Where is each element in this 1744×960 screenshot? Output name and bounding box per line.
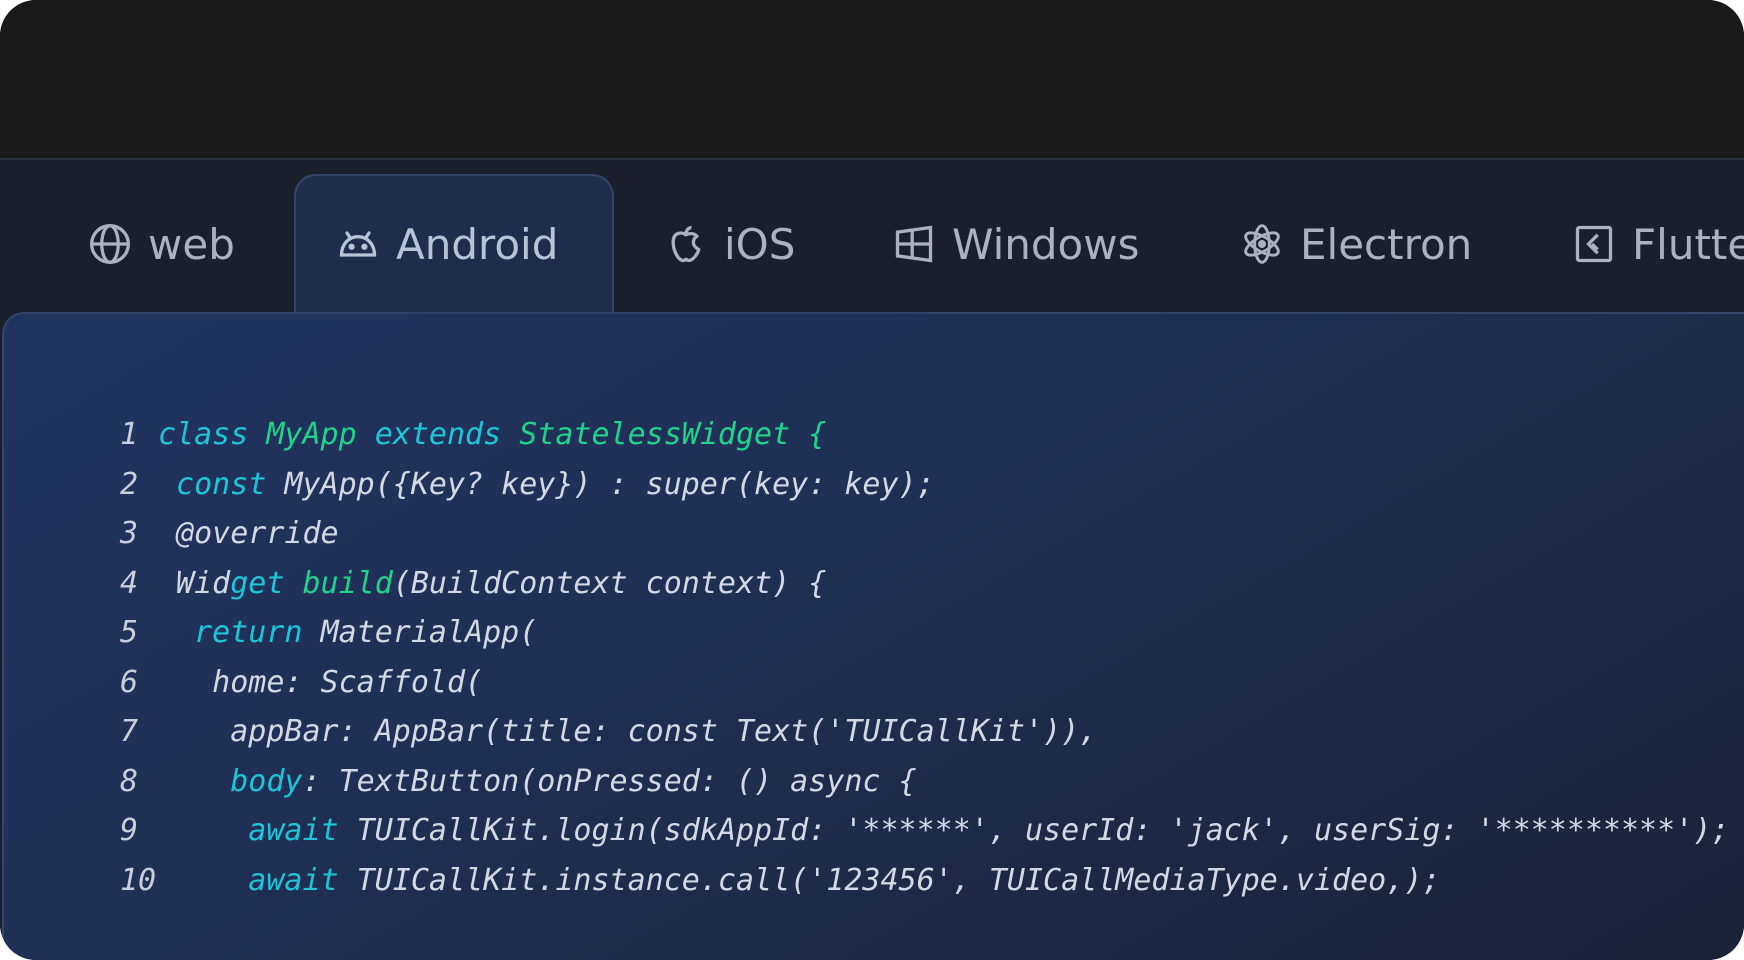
- line-number: 1: [120, 417, 139, 453]
- code-token: home: Scaffold(: [158, 664, 484, 700]
- code-token: extends: [374, 417, 520, 453]
- code-token: MyApp({Key? key}) : super(key: key);: [284, 466, 935, 502]
- code-token: await: [158, 862, 357, 898]
- code-line: 4 Wid get build (BuildContext context) {: [4, 559, 1729, 609]
- tab-android-label: Android: [396, 219, 559, 269]
- tab-windows[interactable]: Windows: [892, 174, 1139, 314]
- code-token: TUICallKit.login(sdkAppId: '******', use…: [356, 813, 1730, 849]
- tab-ios-label: iOS: [724, 219, 796, 269]
- tab-flutter-label: Flutte: [1632, 219, 1744, 269]
- code-token: @override: [158, 516, 339, 552]
- code-line: 8 body: TextButton(onPressed: () async {: [4, 757, 1729, 807]
- line-number: 7: [120, 714, 139, 750]
- globe-icon: [88, 222, 132, 266]
- electron-icon: [1240, 222, 1284, 266]
- code-line: 5 return MaterialApp(: [4, 608, 1729, 658]
- code-line: 10 await TUICallKit.instance.call('12345…: [4, 856, 1729, 906]
- code-token: Wid: [158, 565, 231, 601]
- code-token: build: [302, 565, 393, 601]
- flutter-icon: [1572, 222, 1616, 266]
- code-token: : TextButton(onPressed: () async {: [302, 763, 917, 799]
- code-line: 6 home: Scaffold(: [4, 658, 1729, 708]
- tab-web-label: web: [148, 219, 235, 269]
- code-line: 9 await TUICallKit.login(sdkAppId: '****…: [4, 806, 1729, 856]
- window-frame: web Android iOS Windows Electron Flutte …: [0, 0, 1744, 960]
- code-token: MaterialApp(: [320, 615, 538, 651]
- line-number: 8: [120, 763, 139, 799]
- tab-web[interactable]: web: [88, 174, 235, 314]
- top-bar: [0, 0, 1744, 158]
- windows-icon: [892, 222, 936, 266]
- tab-ios[interactable]: iOS: [664, 174, 795, 314]
- code-token: (BuildContext context) {: [392, 565, 827, 601]
- code-token: const: [158, 466, 285, 502]
- code-line: 2 const MyApp({Key? key}) : super(key: k…: [4, 460, 1729, 510]
- code-panel: web Android iOS Windows Electron Flutte …: [0, 158, 1744, 960]
- code-block: 1 class MyApp extends StatelessWidget { 2 …: [2, 312, 1744, 960]
- code-line: 7 appBar: AppBar(title: const Text('TUIC…: [4, 707, 1729, 757]
- code-lines: 1 class MyApp extends StatelessWidget { 2 …: [4, 410, 1729, 905]
- code-token: TUICallKit.instance.call('123456', TUICa…: [356, 862, 1441, 898]
- line-number: 2: [120, 466, 139, 502]
- line-number: 5: [120, 615, 139, 651]
- code-token: body: [158, 763, 303, 799]
- tab-windows-label: Windows: [952, 219, 1140, 269]
- tab-electron[interactable]: Electron: [1240, 174, 1472, 314]
- platform-tab-bar: web Android iOS Windows Electron Flutte: [0, 160, 1744, 312]
- code-token: await: [158, 813, 357, 849]
- code-token: get: [230, 565, 303, 601]
- line-number: 10: [120, 862, 157, 898]
- code-line: 1 class MyApp extends StatelessWidget {: [4, 410, 1729, 460]
- android-icon: [336, 222, 380, 266]
- tab-android[interactable]: Android: [294, 174, 614, 312]
- code-token: class: [158, 417, 267, 453]
- apple-icon: [664, 222, 708, 266]
- line-number: 6: [120, 664, 139, 700]
- tab-electron-label: Electron: [1300, 219, 1473, 269]
- line-number: 4: [120, 565, 139, 601]
- code-line: 3 @override: [4, 509, 1729, 559]
- code-token: StatelessWidget {: [519, 417, 827, 453]
- line-number: 9: [120, 813, 139, 849]
- code-token: MyApp: [266, 417, 375, 453]
- tab-flutter[interactable]: Flutte: [1572, 174, 1744, 314]
- code-token: return: [158, 615, 321, 651]
- code-token: appBar: AppBar(title: const Text('TUICal…: [158, 714, 1098, 750]
- line-number: 3: [120, 516, 139, 552]
